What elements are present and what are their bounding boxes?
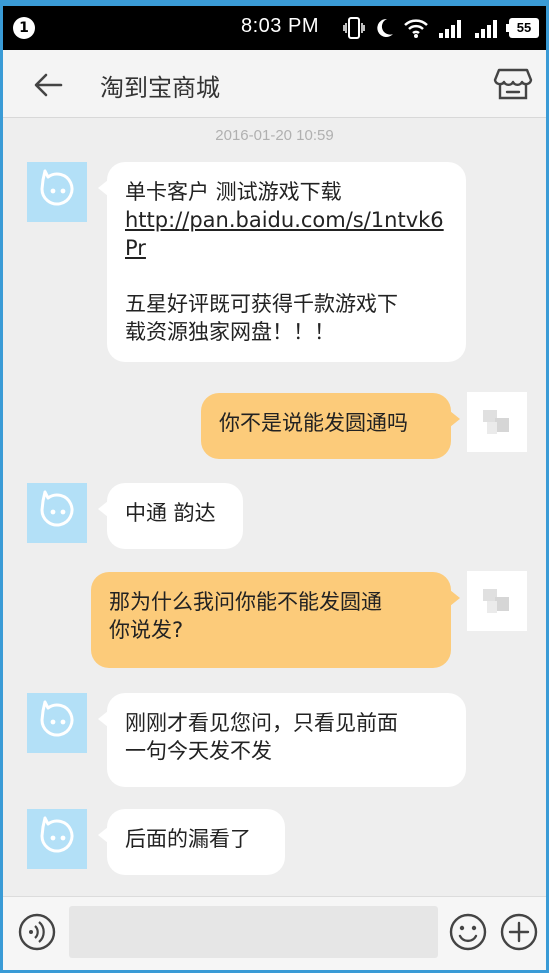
- message-bubble-outgoing[interactable]: 那为什么我问你能不能发圆通 你说发?: [91, 572, 460, 668]
- message-bubble-incoming[interactable]: 后面的漏看了: [98, 809, 285, 875]
- message-link[interactable]: http://pan.baidu.com/s/1ntvk6: [125, 206, 448, 234]
- vibrate-icon: [343, 17, 365, 39]
- cat-face-icon: [40, 700, 74, 737]
- cat-face-icon: [40, 816, 74, 853]
- message-line: 你说发?: [109, 618, 184, 642]
- user-avatar[interactable]: [467, 392, 527, 452]
- voice-icon[interactable]: [17, 912, 57, 952]
- emoji-icon[interactable]: [448, 912, 488, 952]
- message-timestamp: 2016-01-20 10:59: [215, 127, 334, 144]
- signal-1-icon: [439, 20, 461, 38]
- message-bubble-incoming[interactable]: 刚刚才看见您问，只看见前面 一句今天发不发: [98, 693, 466, 787]
- message-bubble-outgoing[interactable]: 你不是说能发圆通吗: [201, 393, 460, 459]
- status-icons: 55: [343, 14, 539, 42]
- wifi-icon: [404, 19, 428, 38]
- message-line: 刚刚才看见您问，只看见前面: [125, 711, 398, 735]
- status-bar: 1 8:03 PM 55: [3, 0, 546, 50]
- message-line: 中通 韵达: [125, 501, 216, 525]
- moon-icon: [377, 18, 393, 37]
- message-line: 那为什么我问你能不能发圆通: [109, 590, 382, 614]
- message-bubble-incoming[interactable]: 中通 韵达: [98, 483, 243, 549]
- message-line: 一句今天发不发: [125, 739, 272, 763]
- input-bar: [3, 896, 546, 970]
- notification-badge: 1: [13, 17, 35, 39]
- message-line: 你不是说能发圆通吗: [219, 411, 408, 435]
- message-line: 五星好评既可获得千款游戏下: [125, 292, 398, 316]
- plus-icon[interactable]: [499, 912, 539, 952]
- cat-face-icon: [40, 169, 74, 206]
- message-line: 后面的漏看了: [125, 827, 251, 851]
- shop-avatar[interactable]: [27, 483, 87, 543]
- signal-2-icon: [475, 20, 497, 38]
- cat-face-icon: [40, 490, 74, 527]
- blurred-avatar-icon: [483, 410, 509, 434]
- storefront-icon[interactable]: [493, 66, 533, 102]
- page-title: 淘到宝商城: [100, 74, 220, 102]
- blurred-avatar-icon: [483, 589, 509, 613]
- message-bubble-incoming[interactable]: 单卡客户 测试游戏下载 http://pan.baidu.com/s/1ntvk…: [98, 162, 466, 362]
- shop-avatar[interactable]: [27, 693, 87, 753]
- battery-indicator: 55: [506, 18, 539, 38]
- message-input[interactable]: [69, 906, 438, 958]
- shop-avatar[interactable]: [27, 162, 87, 222]
- message-line: 载资源独家网盘！！！: [125, 320, 335, 344]
- message-line: [125, 262, 448, 290]
- user-avatar[interactable]: [467, 571, 527, 631]
- phone-screen: 1 8:03 PM 55 淘到宝商城 2016-01-20 10:59 单卡客户…: [0, 0, 549, 973]
- chat-area[interactable]: 2016-01-20 10:59 单卡客户 测试游戏下载 http://pan.…: [3, 119, 546, 896]
- arrow-left-icon[interactable]: [31, 68, 65, 102]
- status-time: 8:03 PM: [241, 15, 319, 37]
- shop-avatar[interactable]: [27, 809, 87, 869]
- message-link[interactable]: Pr: [125, 234, 448, 262]
- message-line: 单卡客户 测试游戏下载: [125, 180, 342, 204]
- chat-header: 淘到宝商城: [3, 50, 546, 118]
